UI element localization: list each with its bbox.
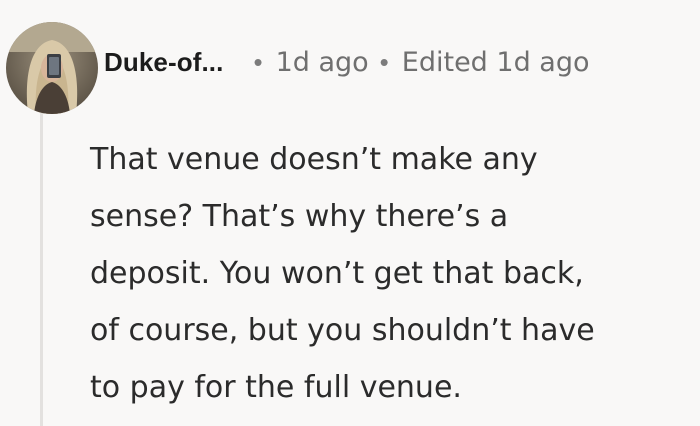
comment-body: That venue doesn’t make any sense? That’… [90, 131, 695, 416]
comment-meta: Duke-of... • 1d ago • Edited 1d ago [104, 38, 590, 86]
comment-body-line: of course, but you shouldn’t have [90, 313, 595, 348]
comment-timestamp[interactable]: 1d ago [276, 47, 369, 78]
comment: Duke-of... • 1d ago • Edited 1d ago That… [0, 0, 700, 426]
avatar[interactable] [6, 22, 98, 114]
comment-body-line: sense? That’s why there’s a [90, 199, 509, 234]
comment-body-line: deposit. You won’t get that back, [90, 256, 584, 291]
author-username[interactable]: Duke-of... [104, 47, 223, 78]
avatar-image [6, 22, 98, 114]
edited-label: Edited 1d ago [401, 46, 590, 78]
thread-line[interactable] [40, 110, 43, 426]
meta-separator: • [253, 46, 263, 77]
comment-body-line: That venue doesn’t make any [90, 142, 538, 177]
comment-body-line: to pay for the full venue. [90, 370, 462, 405]
meta-separator: • [379, 46, 389, 77]
